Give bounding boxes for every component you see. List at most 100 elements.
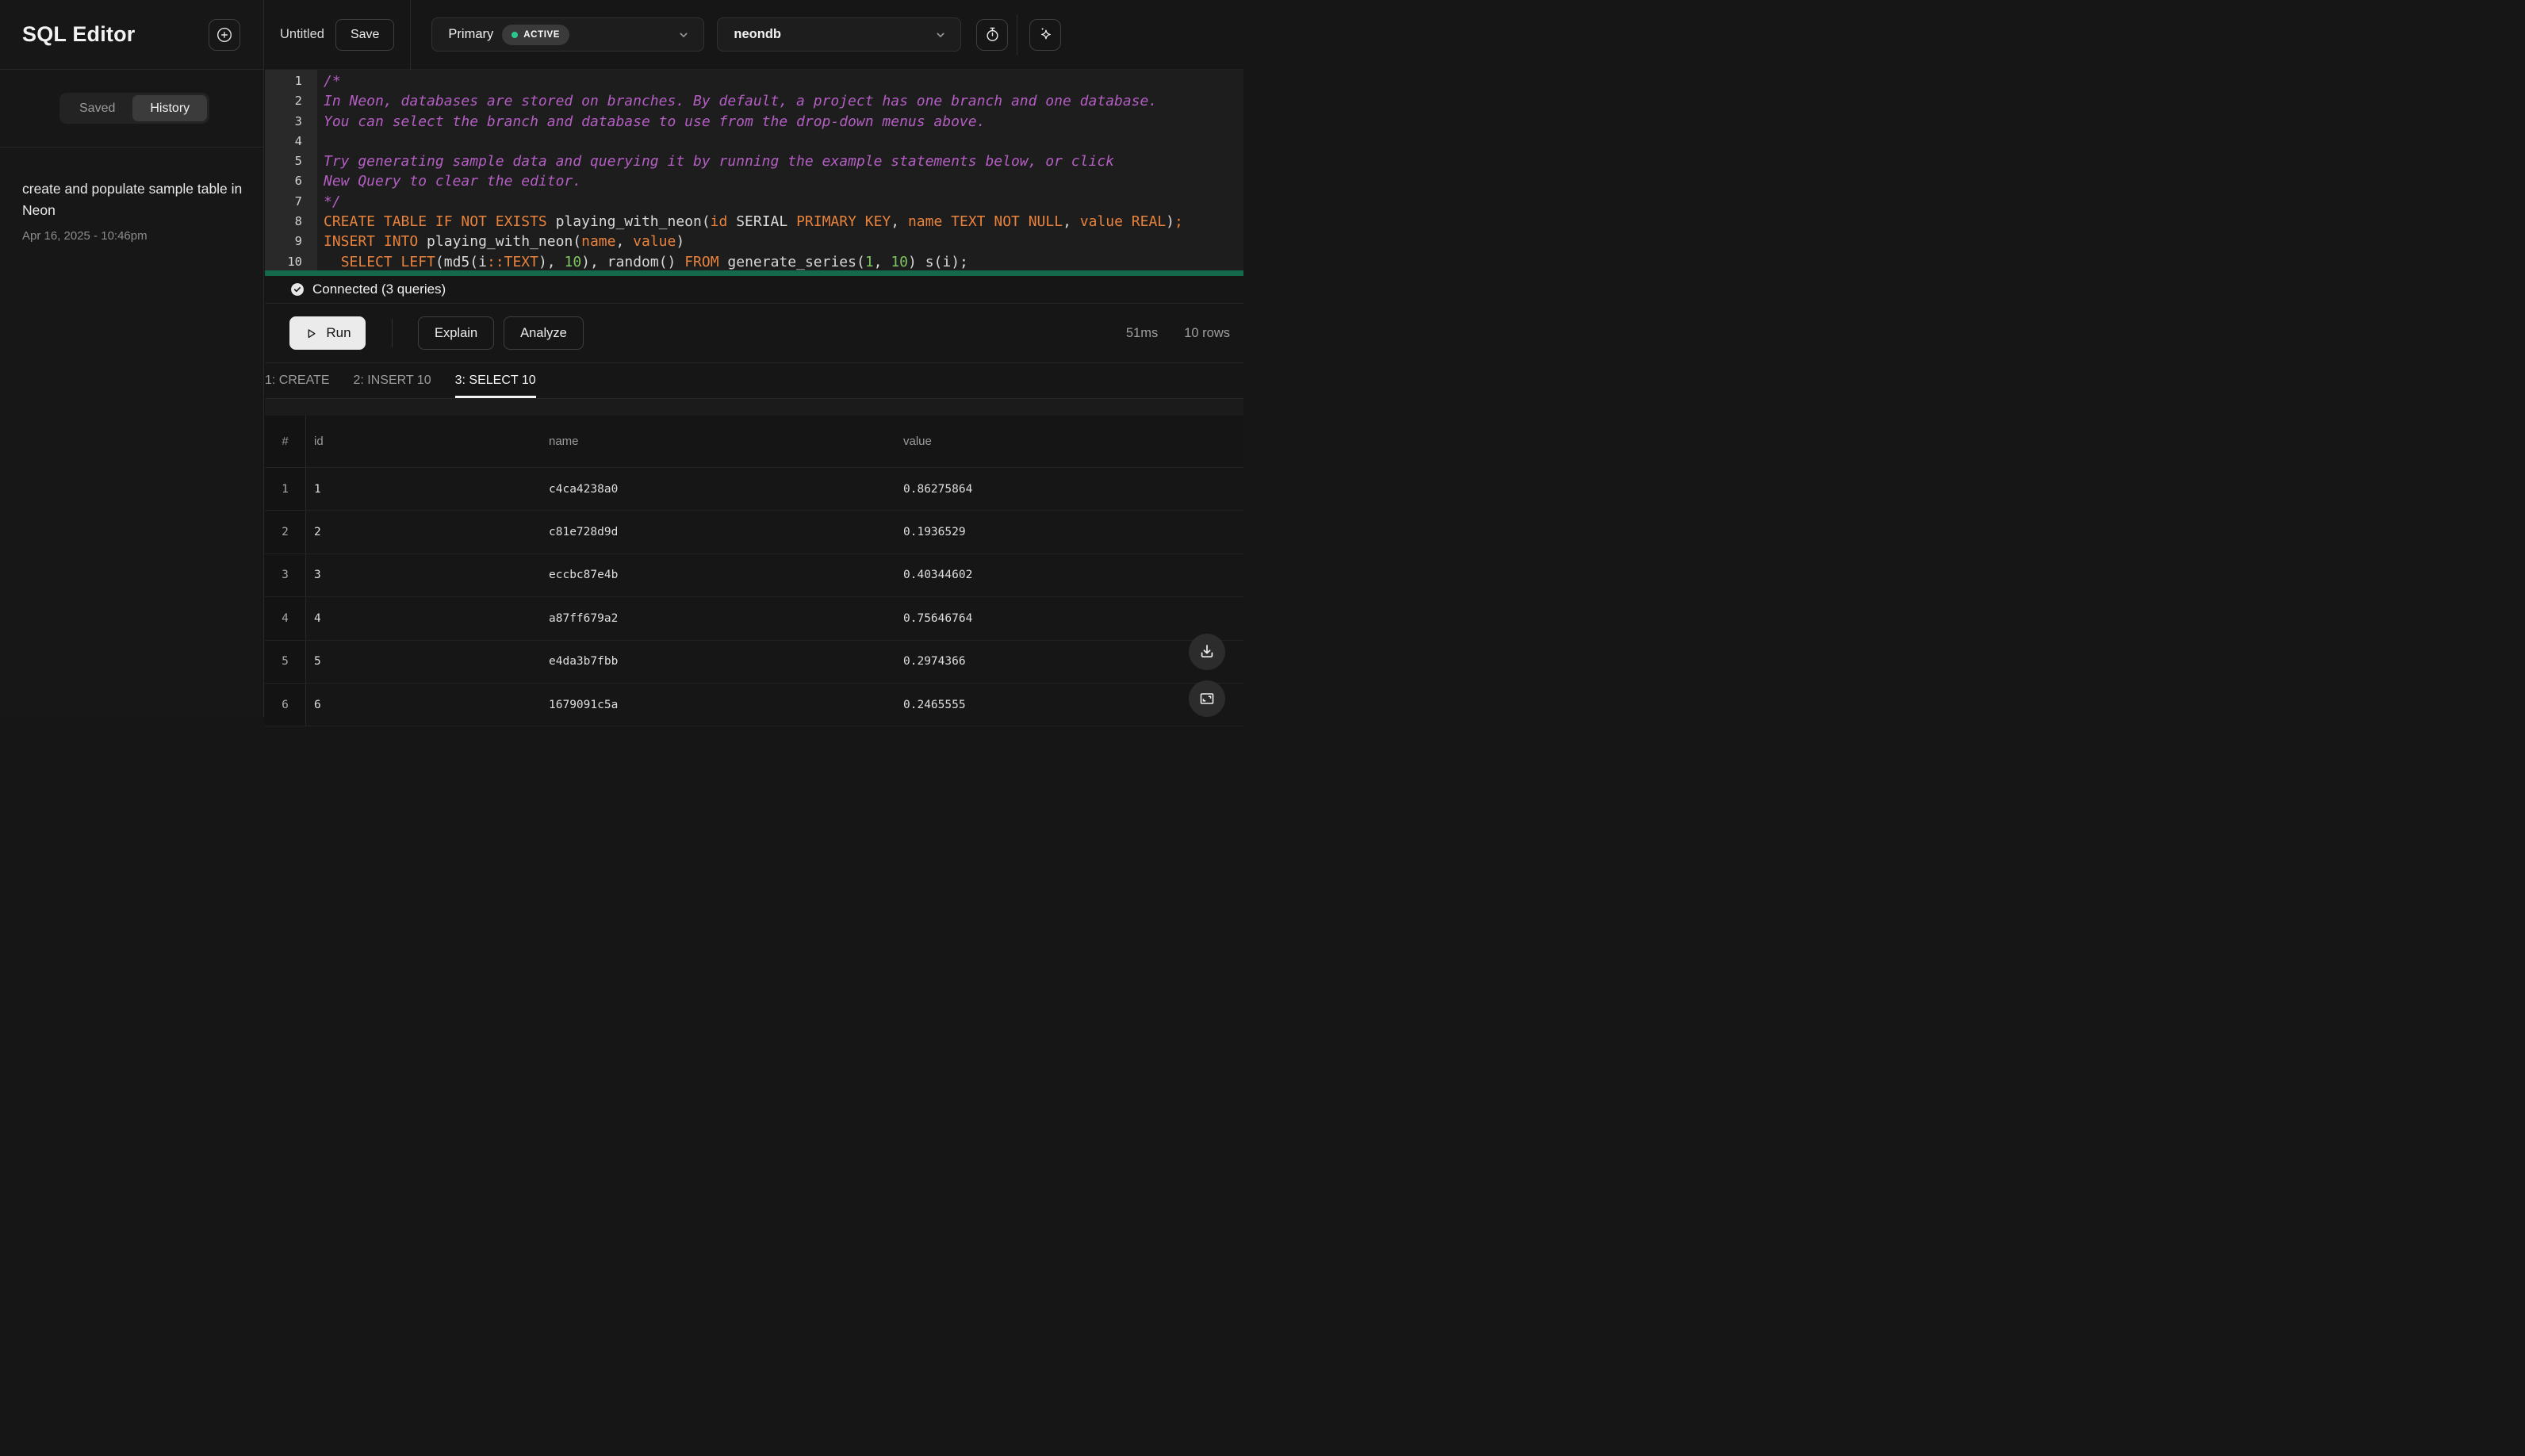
line-number: 1 (294, 74, 302, 88)
table-cell: c4ca4238a0 (549, 482, 619, 496)
table-row[interactable]: 2 2 c81e728d9d 0.1936529 (265, 511, 1243, 554)
sparkles-icon (1036, 25, 1055, 44)
table-cell: 4 (265, 597, 306, 640)
code-line: CREATE TABLE IF NOT EXISTS playing_with_… (324, 213, 1183, 231)
table-row[interactable]: 5 5 e4da3b7fbb 0.2974366 (265, 640, 1243, 684)
history-list-item[interactable]: create and populate sample table in Neon… (0, 148, 263, 243)
table-cell: 2 (265, 511, 306, 554)
history-item-title: create and populate sample table in Neon (22, 181, 243, 218)
line-number: 4 (294, 133, 302, 148)
fullscreen-icon (1197, 689, 1217, 708)
table-cell: 1 (265, 468, 306, 511)
sql-editor: 1 2 3 4 5 6 7 8 9 10 /* In Neon, databases are sto… (265, 70, 1243, 270)
table-cell: 0.75646764 (903, 611, 973, 625)
query-history-timer-button[interactable] (976, 18, 1009, 51)
chevron-down-icon (933, 27, 948, 43)
result-tab[interactable]: 2: INSERT 10 (354, 363, 431, 398)
results-spacer (265, 399, 1243, 416)
analyze-button[interactable]: Analyze (504, 316, 584, 350)
sidebar: SQL Editor Saved History create and popu… (0, 0, 264, 717)
table-cell: 2 (314, 526, 321, 539)
table-cell: c81e728d9d (549, 526, 619, 539)
line-number: 10 (287, 254, 302, 269)
table-cell: 6 (265, 683, 306, 726)
branch-status-badge: ACTIVE (502, 24, 570, 45)
database-select-value: neondb (734, 27, 781, 41)
table-row[interactable]: 3 3 eccbc87e4b 0.40344602 (265, 554, 1243, 598)
topbar-divider (410, 0, 412, 70)
chevron-down-icon (676, 27, 692, 43)
table-row[interactable]: 6 6 1679091c5a 0.2465555 (265, 683, 1243, 727)
table-cell: 3 (314, 569, 321, 582)
saved-history-toggle: Saved History (59, 93, 210, 124)
new-query-button[interactable] (209, 18, 240, 51)
result-tabs: 1: CREATE 2: INSERT 10 3: SELECT 10 (265, 363, 1243, 399)
table-cell: e4da3b7fbb (549, 655, 619, 669)
stopwatch-icon (983, 25, 1002, 44)
line-number: 3 (294, 113, 302, 128)
download-results-button[interactable] (1189, 634, 1225, 670)
table-cell: 0.1936529 (903, 526, 966, 539)
tab-history[interactable]: History (132, 95, 208, 121)
line-number: 9 (294, 234, 302, 249)
branch-select-value: Primary (448, 27, 494, 41)
table-cell: 1 (314, 482, 321, 496)
table-cell: 0.86275864 (903, 482, 973, 496)
save-button[interactable]: Save (335, 18, 395, 51)
connection-status-text: Connected (3 queries) (312, 282, 446, 297)
code-line: Try generating sample data and querying … (324, 153, 1114, 171)
table-cell: 5 (265, 640, 306, 683)
sidebar-tabs-row: Saved History (0, 70, 263, 148)
table-cell: 0.40344602 (903, 569, 973, 582)
code-line: */ (324, 193, 341, 210)
actions-divider (392, 319, 393, 347)
table-row[interactable]: 1 1 c4ca4238a0 0.86275864 (265, 468, 1243, 512)
main-panel: Untitled Save Primary ACTIVE neondb 1 2 … (265, 0, 1243, 727)
code-line: New Query to clear the editor. (324, 173, 582, 190)
history-item-date: Apr 16, 2025 - 10:46pm (22, 229, 148, 243)
play-icon (304, 326, 319, 341)
table-cell: 1679091c5a (549, 698, 619, 711)
column-header: value (903, 435, 932, 448)
branch-select[interactable]: Primary ACTIVE (431, 17, 705, 52)
table-cell: 6 (314, 698, 321, 711)
connection-status-row: Connected (3 queries) (265, 276, 1243, 304)
code-line: In Neon, databases are stored on branche… (324, 93, 1158, 110)
editor-code[interactable]: /* In Neon, databases are stored on branc… (317, 70, 1243, 270)
check-circle-icon (289, 282, 305, 297)
code-line: INSERT INTO playing_with_neon(name, valu… (324, 233, 685, 251)
table-cell: 4 (314, 611, 321, 625)
query-actions-row: Run Explain Analyze 51ms 10 rows (265, 304, 1243, 363)
tab-saved[interactable]: Saved (62, 95, 132, 121)
editor-gutter: 1 2 3 4 5 6 7 8 9 10 (265, 70, 317, 270)
explain-button[interactable]: Explain (418, 316, 495, 350)
executed-query-highlight (265, 270, 1243, 276)
plus-circle-icon (215, 25, 234, 44)
column-header: id (314, 435, 324, 448)
column-header: name (549, 435, 579, 448)
line-number: 2 (294, 94, 302, 109)
editor-topbar: Untitled Save Primary ACTIVE neondb (265, 0, 1243, 70)
expand-results-button[interactable] (1189, 680, 1225, 717)
query-name: Untitled (280, 27, 324, 41)
line-number: 8 (294, 214, 302, 229)
result-tab[interactable]: 3: SELECT 10 (454, 363, 536, 398)
code-line: You can select the branch and database t… (324, 113, 986, 130)
line-number: 5 (294, 154, 302, 169)
result-tab[interactable]: 1: CREATE (265, 363, 330, 398)
line-number: 7 (294, 193, 302, 209)
query-stats: 51ms 10 rows (1126, 326, 1230, 341)
run-button[interactable]: Run (289, 316, 366, 350)
download-icon (1197, 642, 1217, 661)
table-cell: a87ff679a2 (549, 611, 619, 625)
ai-assist-button[interactable] (1029, 18, 1062, 51)
code-line: /* (324, 73, 341, 90)
active-dot-icon (512, 31, 519, 38)
column-header: # (265, 416, 306, 467)
database-select[interactable]: neondb (717, 17, 962, 52)
page-title: SQL Editor (22, 22, 136, 46)
table-cell: eccbc87e4b (549, 569, 619, 582)
query-row-count: 10 rows (1184, 325, 1230, 340)
table-row[interactable]: 4 4 a87ff679a2 0.75646764 (265, 597, 1243, 641)
